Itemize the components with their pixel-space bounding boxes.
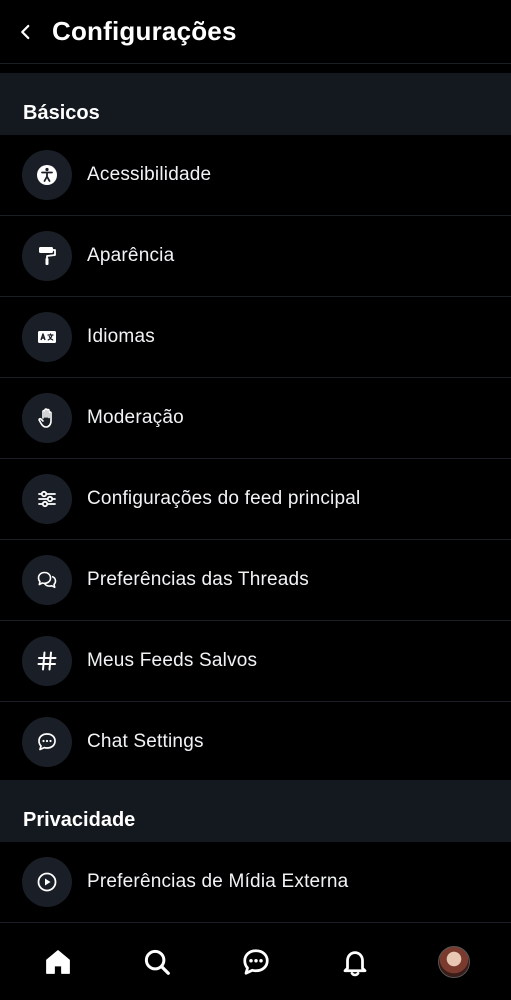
icon-circle (22, 150, 72, 200)
paint-roller-icon (39, 247, 56, 265)
chat-bubbles-icon (37, 571, 57, 589)
nav-home[interactable] (28, 932, 88, 992)
play-circle-icon (37, 872, 57, 892)
icon-circle (22, 857, 72, 907)
hand-icon (38, 408, 52, 428)
header: Configurações (0, 0, 511, 64)
chevron-left-icon (21, 24, 30, 39)
icon-circle (22, 555, 72, 605)
section-header-basics: Básicos (0, 73, 511, 135)
page-title: Configurações (52, 16, 237, 46)
icon-circle (22, 312, 72, 362)
settings-item-label: Aparência (87, 245, 175, 266)
settings-item-label: Meus Feeds Salvos (87, 650, 258, 671)
settings-item-saved-feeds[interactable]: Meus Feeds Salvos (0, 621, 511, 702)
settings-item-external-media[interactable]: Preferências de Mídia Externa (0, 842, 511, 923)
settings-item-label: Acessibilidade (87, 164, 212, 185)
chat-icon (242, 948, 269, 975)
icon-circle (22, 636, 72, 686)
bell-icon (343, 950, 366, 976)
icon-circle (22, 474, 72, 524)
nav-chat[interactable] (226, 932, 286, 992)
settings-item-label: Preferências de Mídia Externa (87, 871, 349, 892)
settings-screen: Configurações Básicos Acessibilidade Apa… (0, 0, 511, 1000)
section-header-privacy: Privacidade (0, 780, 511, 842)
settings-item-label: Configurações do feed principal (87, 488, 361, 509)
settings-item-feed[interactable]: Configurações do feed principal (0, 459, 511, 540)
settings-item-label: Chat Settings (87, 731, 204, 752)
hashtag-icon (37, 651, 57, 671)
nav-profile[interactable] (424, 932, 484, 992)
nav-search[interactable] (127, 932, 187, 992)
settings-item-languages[interactable]: Idiomas (0, 297, 511, 378)
message-icon (38, 733, 56, 751)
bottom-navigation (0, 922, 511, 1000)
settings-item-appearance[interactable]: Aparência (0, 216, 511, 297)
sliders-icon (38, 490, 56, 508)
accessibility-icon (37, 165, 57, 185)
icon-circle (22, 231, 72, 281)
settings-item-chat[interactable]: Chat Settings (0, 702, 511, 783)
back-button[interactable] (0, 0, 52, 64)
avatar (437, 945, 470, 978)
nav-notifications[interactable] (325, 932, 385, 992)
settings-item-label: Preferências das Threads (87, 569, 310, 590)
icon-circle (22, 717, 72, 767)
language-icon (38, 331, 56, 343)
home-icon (45, 949, 70, 974)
settings-item-label: Idiomas (87, 326, 155, 347)
settings-item-accessibility[interactable]: Acessibilidade (0, 135, 511, 216)
settings-item-threads[interactable]: Preferências das Threads (0, 540, 511, 621)
search-icon (144, 949, 170, 975)
settings-item-label: Moderação (87, 407, 184, 428)
icon-circle (22, 393, 72, 443)
settings-item-moderation[interactable]: Moderação (0, 378, 511, 459)
